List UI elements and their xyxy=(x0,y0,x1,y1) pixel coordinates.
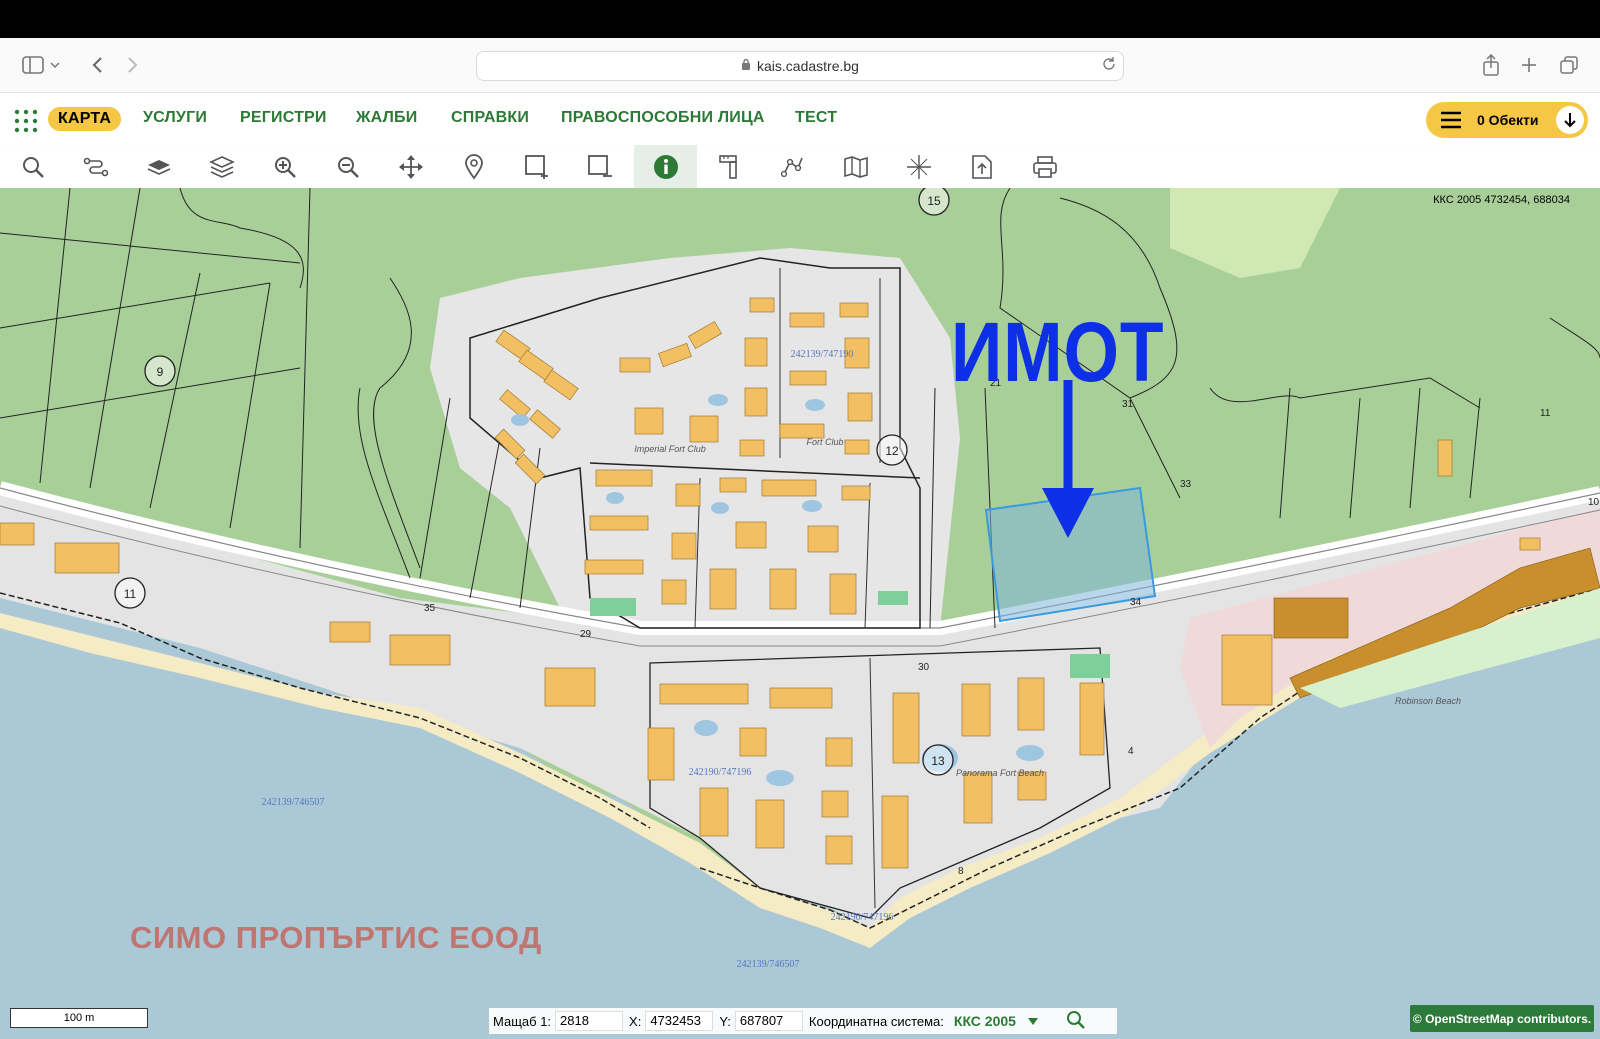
scale-input[interactable]: 2818 xyxy=(555,1011,624,1031)
address-bar[interactable]: kais.cadastre.bg xyxy=(476,51,1124,81)
marker-icon[interactable] xyxy=(442,145,505,188)
point-label: 10 xyxy=(1588,497,1600,508)
polyline-icon[interactable] xyxy=(761,145,824,188)
share-icon[interactable] xyxy=(1478,52,1504,78)
y-coordinate-input[interactable]: 687807 xyxy=(734,1011,803,1031)
cadastral-map[interactable]: 15 9 12 11 13 242139/747190 242190/74719… xyxy=(0,188,1600,1039)
place-label: Panorama Fort Beach xyxy=(956,768,1044,778)
point-label: 29 xyxy=(580,629,592,640)
os-top-bar xyxy=(0,0,1600,38)
select-remove-icon[interactable] xyxy=(568,145,631,188)
nav-item-map[interactable]: КАРТА xyxy=(48,107,122,131)
layers-icon[interactable] xyxy=(190,145,253,188)
back-icon[interactable] xyxy=(84,52,110,78)
select-add-icon[interactable] xyxy=(505,145,568,188)
place-label: Robinson Beach xyxy=(1395,696,1461,706)
forward-icon[interactable] xyxy=(120,52,146,78)
sidebar-toggle-icon[interactable] xyxy=(20,52,46,78)
nav-item-licensed-persons[interactable]: ПРАВОСПОСОБНИ ЛИЦА xyxy=(561,109,765,127)
search-icon[interactable] xyxy=(1,145,64,188)
scale-label: Мащаб 1: xyxy=(493,1013,552,1029)
search-icon[interactable] xyxy=(1066,1010,1086,1033)
region-label: 11 xyxy=(124,587,137,601)
nav-item-references[interactable]: СПРАВКИ xyxy=(451,109,529,127)
new-tab-icon[interactable] xyxy=(1516,52,1542,78)
pan-icon[interactable] xyxy=(379,145,442,188)
point-label: 33 xyxy=(1180,479,1192,490)
place-label: Imperial Fort Club xyxy=(634,444,706,454)
region-label: 12 xyxy=(885,444,899,458)
nav-item-registers[interactable]: РЕГИСТРИ xyxy=(240,109,327,127)
objects-basket-button[interactable]: 0 Обекти xyxy=(1426,102,1588,138)
info-icon[interactable] xyxy=(634,145,697,188)
menu-icon xyxy=(1440,111,1462,134)
print-icon[interactable] xyxy=(1013,145,1076,188)
layer-single-icon[interactable] xyxy=(127,145,190,188)
map-toolbar xyxy=(0,145,1600,188)
crs-select[interactable]: ККС 2005 xyxy=(954,1013,1016,1029)
objects-count: 0 Обекти xyxy=(1477,112,1539,128)
main-nav: КАРТА УСЛУГИ РЕГИСТРИ ЖАЛБИ СПРАВКИ ПРАВ… xyxy=(0,93,1600,145)
nav-item-services[interactable]: УСЛУГИ xyxy=(143,109,207,127)
osm-attribution[interactable]: © OpenStreetMap contributors. xyxy=(1410,1005,1594,1032)
parcel-label: 242190/747196 xyxy=(831,912,894,923)
parcel-label: 242190/747196 xyxy=(689,767,752,778)
apps-grid-icon[interactable] xyxy=(14,109,38,133)
measure-icon[interactable] xyxy=(698,145,761,188)
scale-bar: 100 m xyxy=(10,1008,148,1028)
point-label: 11 xyxy=(1540,408,1551,419)
url-text: kais.cadastre.bg xyxy=(757,58,859,74)
reload-icon[interactable] xyxy=(1101,56,1117,75)
parcel-label: 242139/746507 xyxy=(262,797,325,808)
arrow-down-icon[interactable] xyxy=(1556,106,1584,134)
lock-icon xyxy=(741,58,751,74)
property-annotation: ИМОТ xyxy=(951,305,1165,399)
parcel-label: 242139/746507 xyxy=(737,959,800,970)
nav-item-complaints[interactable]: ЖАЛБИ xyxy=(356,109,417,127)
coordinate-readout: ККС 2005 4732454, 688034 xyxy=(1433,194,1570,206)
point-label: 8 xyxy=(958,866,964,877)
crosshair-icon[interactable] xyxy=(887,145,950,188)
map-icon[interactable] xyxy=(824,145,887,188)
zoom-in-icon[interactable] xyxy=(253,145,316,188)
zoom-out-icon[interactable] xyxy=(316,145,379,188)
export-icon[interactable] xyxy=(950,145,1013,188)
nav-item-test[interactable]: ТЕСТ xyxy=(795,109,837,127)
region-label: 15 xyxy=(927,194,941,208)
tab-overview-icon[interactable] xyxy=(1556,52,1582,78)
chevron-down-icon[interactable] xyxy=(48,52,62,78)
region-label: 9 xyxy=(157,365,164,379)
status-bar: Мащаб 1: 2818 X: 4732453 Y: 687807 Коорд… xyxy=(489,1008,1117,1034)
y-label: Y: xyxy=(719,1013,731,1029)
region-label: 13 xyxy=(931,754,945,768)
point-label: 30 xyxy=(918,662,930,673)
x-coordinate-input[interactable]: 4732453 xyxy=(645,1011,714,1031)
route-icon[interactable] xyxy=(64,145,127,188)
owner-label: СИМО ПРОПЪРТИС ЕООД xyxy=(130,920,542,955)
caret-down-icon[interactable] xyxy=(1027,1014,1038,1029)
crs-label: Координатна система: xyxy=(808,1013,944,1029)
point-label: 34 xyxy=(1130,597,1142,608)
browser-chrome: kais.cadastre.bg xyxy=(0,38,1600,93)
x-label: X: xyxy=(629,1013,642,1029)
parcel-label: 242139/747190 xyxy=(791,349,854,360)
point-label: 35 xyxy=(424,603,436,614)
point-label: 4 xyxy=(1128,746,1134,757)
place-label: Fort Club xyxy=(806,437,843,447)
